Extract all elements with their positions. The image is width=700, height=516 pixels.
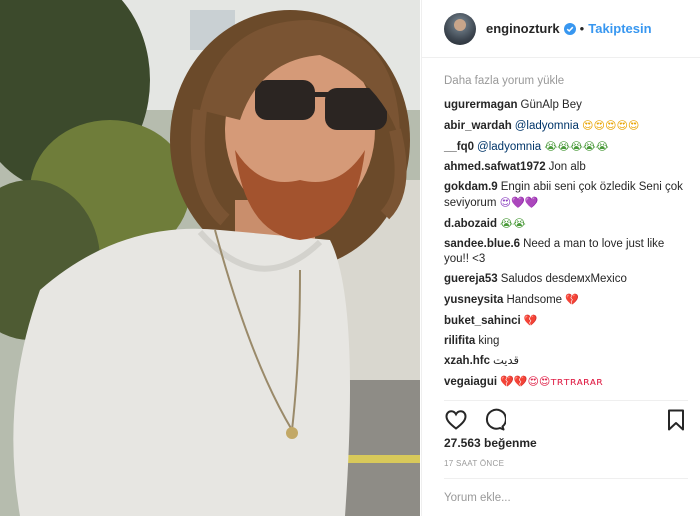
comment-item: sandee.blue.6 Need a man to love just lik… bbox=[444, 237, 688, 267]
comment-input[interactable] bbox=[444, 491, 688, 504]
post-photo bbox=[0, 0, 420, 516]
comment-emoji: 😍💜💜 bbox=[499, 196, 539, 209]
comment-emoji: 😭😭😭😭😭 bbox=[544, 140, 609, 153]
action-bar bbox=[444, 400, 688, 434]
comment-username-link[interactable]: gokdam.9 bbox=[444, 181, 498, 193]
comment-text: Jon alb bbox=[548, 161, 586, 173]
comment-username-link[interactable]: abir_wardah bbox=[444, 120, 512, 132]
comment-text: GünAlp Bey bbox=[520, 99, 582, 111]
comment-username-link[interactable]: d.abozaid bbox=[444, 218, 497, 230]
comment-bubble-icon[interactable] bbox=[482, 408, 506, 432]
follow-status-button[interactable]: Takiptesin bbox=[588, 21, 651, 36]
comment-username-link[interactable]: xzah.hfc bbox=[444, 355, 490, 367]
add-comment-bar bbox=[444, 478, 688, 516]
comment-username-link[interactable]: rilifita bbox=[444, 335, 475, 347]
comment-username-link[interactable]: buket_sahinci bbox=[444, 315, 521, 327]
post-timestamp: 17 SAAT ÖNCE bbox=[444, 459, 505, 468]
photo-illustration bbox=[0, 0, 420, 516]
comment-item: gokdam.9 Engin abii seni çok özledik Seni… bbox=[444, 180, 688, 211]
comment-text: قديت bbox=[493, 355, 520, 367]
comment-text: Saludos desdeмxMexico bbox=[500, 273, 627, 285]
bookmark-icon[interactable] bbox=[664, 408, 688, 432]
comment-mention-link[interactable]: @ladyomnia bbox=[477, 141, 541, 153]
comment-emoji: 😭😭 bbox=[500, 217, 526, 230]
load-more-comments-link[interactable]: Daha fazla yorum yükle bbox=[444, 74, 688, 89]
comment-username-link[interactable]: ugurermagan bbox=[444, 99, 518, 111]
comment-username-link[interactable]: yusneysita bbox=[444, 294, 503, 306]
comment-item: ugurermagan GünAlp Bey bbox=[444, 98, 688, 113]
comment-item: guereja53 Saludos desdeмxMexico bbox=[444, 272, 688, 287]
username-link[interactable]: enginozturk bbox=[486, 21, 560, 36]
comment-emoji: 💔💔😍😍ᴛʀᴛʀᴀʀᴀʀ bbox=[500, 375, 603, 388]
comment-username-link[interactable]: sandee.blue.6 bbox=[444, 238, 520, 250]
comment-text: king bbox=[478, 335, 500, 347]
avatar[interactable] bbox=[444, 12, 476, 45]
comment-item: buket_sahinci 💔 bbox=[444, 313, 688, 329]
comment-emoji: 💔 bbox=[523, 314, 538, 327]
comment-item: __fq0 @ladyomnia 😭😭😭😭😭 bbox=[444, 139, 688, 155]
comment-item: yusneysita Handsome 💔 bbox=[444, 292, 688, 308]
comment-item: abir_wardah @ladyomnia 😍😍😍😍😍 bbox=[444, 118, 688, 134]
comment-username-link[interactable]: ahmed.safwat1972 bbox=[444, 161, 546, 173]
likes-count[interactable]: 27.563 beğenme bbox=[444, 436, 537, 450]
comment-item: xzah.hfc قديت bbox=[444, 354, 688, 369]
comment-mention-link[interactable]: @ladyomnia bbox=[515, 120, 579, 132]
comment-text: Handsome bbox=[506, 294, 563, 306]
comment-item: d.abozaid 😭😭 bbox=[444, 216, 688, 232]
verified-badge-icon bbox=[563, 22, 576, 35]
post-panel: enginozturk • Takiptesin Daha fazla yoru… bbox=[421, 0, 700, 516]
comment-username-link[interactable]: vegaiagui bbox=[444, 376, 497, 388]
heart-icon[interactable] bbox=[444, 408, 468, 432]
comment-item: ahmed.safwat1972 Jon alb bbox=[444, 160, 688, 175]
comment-emoji: 💔 bbox=[565, 293, 579, 306]
comment-item: vegaiagui 💔💔😍😍ᴛʀᴛʀᴀʀᴀʀ bbox=[444, 374, 688, 390]
comment-emoji: 😍😍😍😍😍 bbox=[582, 119, 640, 132]
comment-item: rilifita king bbox=[444, 334, 688, 349]
comment-username-link[interactable]: guereja53 bbox=[444, 273, 498, 285]
comment-username-link[interactable]: __fq0 bbox=[444, 141, 474, 153]
separator-dot: • bbox=[579, 21, 585, 36]
comments-list: Daha fazla yorum yükle ugurermagan GünAlp… bbox=[422, 58, 700, 390]
post-header: enginozturk • Takiptesin bbox=[422, 0, 700, 58]
